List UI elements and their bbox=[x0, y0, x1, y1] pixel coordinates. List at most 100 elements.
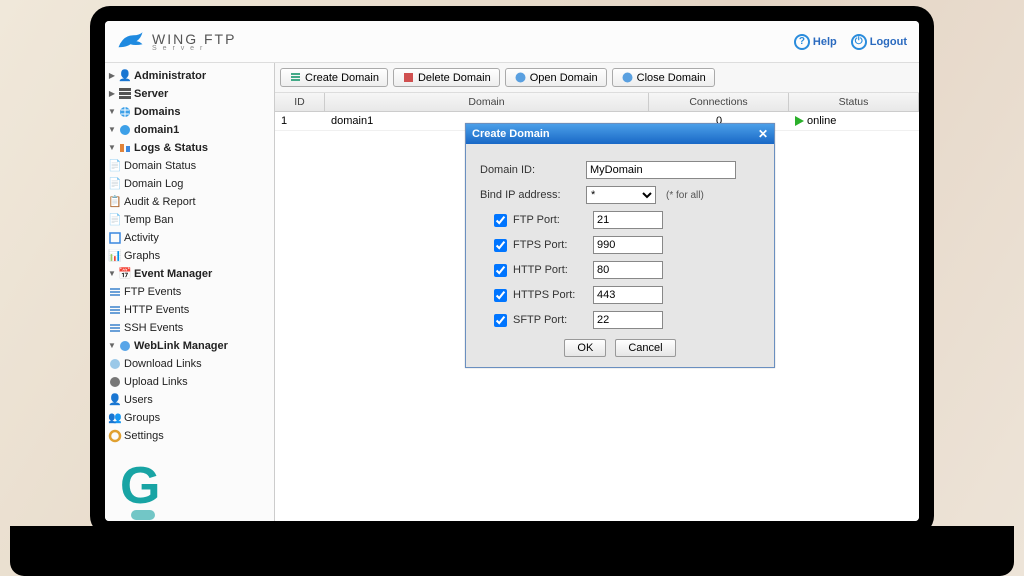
delete-icon bbox=[402, 71, 415, 84]
domain-id-input[interactable] bbox=[586, 161, 736, 179]
nav-download-links[interactable]: Download Links bbox=[105, 355, 274, 373]
cell-status: online bbox=[789, 112, 919, 130]
http-port-checkbox[interactable] bbox=[494, 264, 507, 277]
nav-audit-report[interactable]: 📋Audit & Report bbox=[105, 193, 274, 211]
power-icon: ⏻ bbox=[851, 34, 867, 50]
list-icon bbox=[108, 285, 122, 299]
cell-id: 1 bbox=[275, 112, 325, 130]
logout-label: Logout bbox=[870, 36, 907, 48]
ban-icon: 📄 bbox=[108, 213, 122, 227]
table-header: ID Domain Connections Status bbox=[275, 93, 919, 112]
http-port-input[interactable] bbox=[593, 261, 663, 279]
dolphin-icon bbox=[117, 30, 147, 54]
logs-icon bbox=[118, 141, 132, 155]
log-icon: 📄 bbox=[108, 177, 122, 191]
ftp-port-label: FTP Port: bbox=[513, 214, 587, 226]
graph-icon: 📊 bbox=[108, 249, 122, 263]
app-header: WING FTP S e r v e r ?Help ⏻Logout bbox=[105, 21, 919, 63]
nav-domains[interactable]: ▼Domains bbox=[105, 103, 274, 121]
toolbar: Create Domain Delete Domain Open Domain … bbox=[275, 63, 919, 93]
list-icon bbox=[108, 303, 122, 317]
nav-logs-status[interactable]: ▼Logs & Status bbox=[105, 139, 274, 157]
cancel-button[interactable]: Cancel bbox=[615, 339, 675, 357]
nav-domain-status[interactable]: 📄Domain Status bbox=[105, 157, 274, 175]
ftps-port-checkbox[interactable] bbox=[494, 239, 507, 252]
watermark-logo: G bbox=[120, 456, 160, 516]
settings-icon bbox=[108, 429, 122, 443]
main-panel: Create Domain Delete Domain Open Domain … bbox=[275, 63, 919, 521]
nav-http-events[interactable]: HTTP Events bbox=[105, 301, 274, 319]
nav-activity[interactable]: Activity bbox=[105, 229, 274, 247]
domains-icon bbox=[118, 105, 132, 119]
ftps-port-label: FTPS Port: bbox=[513, 239, 587, 251]
groups-icon: 👥 bbox=[108, 411, 122, 425]
events-icon: 📅 bbox=[118, 267, 132, 281]
upload-icon bbox=[108, 375, 122, 389]
nav-event-manager[interactable]: ▼📅Event Manager bbox=[105, 265, 274, 283]
audit-icon: 📋 bbox=[108, 195, 122, 209]
domain-id-label: Domain ID: bbox=[480, 164, 580, 176]
laptop-frame: WING FTP S e r v e r ?Help ⏻Logout ▶👤Adm… bbox=[90, 0, 934, 576]
create-domain-button[interactable]: Create Domain bbox=[280, 68, 388, 87]
col-status[interactable]: Status bbox=[789, 93, 919, 111]
domain-icon bbox=[118, 123, 132, 137]
help-link[interactable]: ?Help bbox=[794, 34, 837, 50]
help-icon: ? bbox=[794, 34, 810, 50]
delete-domain-button[interactable]: Delete Domain bbox=[393, 68, 500, 87]
https-port-input[interactable] bbox=[593, 286, 663, 304]
list-icon bbox=[108, 321, 122, 335]
create-domain-dialog: Create Domain ✕ Domain ID: Bind IP addre… bbox=[465, 123, 775, 368]
laptop-base bbox=[10, 526, 1014, 576]
nav-temp-ban[interactable]: 📄Temp Ban bbox=[105, 211, 274, 229]
dialog-title: Create Domain bbox=[472, 128, 550, 140]
page-icon: 📄 bbox=[108, 159, 122, 173]
ftp-port-input[interactable] bbox=[593, 211, 663, 229]
bind-ip-label: Bind IP address: bbox=[480, 189, 580, 201]
nav-graphs[interactable]: 📊Graphs bbox=[105, 247, 274, 265]
dialog-close-button[interactable]: ✕ bbox=[758, 127, 768, 141]
open-icon bbox=[514, 71, 527, 84]
activity-icon bbox=[108, 231, 122, 245]
nav-groups[interactable]: 👥Groups bbox=[105, 409, 274, 427]
sftp-port-input[interactable] bbox=[593, 311, 663, 329]
screen-bezel: WING FTP S e r v e r ?Help ⏻Logout ▶👤Adm… bbox=[90, 6, 934, 536]
nav-ssh-events[interactable]: SSH Events bbox=[105, 319, 274, 337]
create-icon bbox=[289, 71, 302, 84]
nav-settings[interactable]: Settings bbox=[105, 427, 274, 445]
download-icon bbox=[108, 357, 122, 371]
open-domain-button[interactable]: Open Domain bbox=[505, 68, 607, 87]
http-port-label: HTTP Port: bbox=[513, 264, 587, 276]
help-label: Help bbox=[813, 36, 837, 48]
ftps-port-input[interactable] bbox=[593, 236, 663, 254]
bind-ip-note: (* for all) bbox=[666, 190, 704, 201]
online-icon bbox=[795, 116, 804, 126]
col-connections[interactable]: Connections bbox=[649, 93, 789, 111]
sidebar: ▶👤Administrator ▶Server ▼Domains ▼domain… bbox=[105, 63, 275, 521]
nav-weblink-manager[interactable]: ▼WebLink Manager bbox=[105, 337, 274, 355]
nav-domain-log[interactable]: 📄Domain Log bbox=[105, 175, 274, 193]
https-port-label: HTTPS Port: bbox=[513, 289, 587, 301]
user-icon: 👤 bbox=[118, 69, 132, 83]
nav-domain1[interactable]: ▼domain1 bbox=[105, 121, 274, 139]
nav-users[interactable]: 👤Users bbox=[105, 391, 274, 409]
ok-button[interactable]: OK bbox=[564, 339, 606, 357]
col-domain[interactable]: Domain bbox=[325, 93, 649, 111]
brand-logo: WING FTP S e r v e r bbox=[117, 30, 236, 54]
ftp-port-checkbox[interactable] bbox=[494, 214, 507, 227]
logout-link[interactable]: ⏻Logout bbox=[851, 34, 907, 50]
https-port-checkbox[interactable] bbox=[494, 289, 507, 302]
bind-ip-select[interactable]: * bbox=[586, 186, 656, 204]
sftp-port-checkbox[interactable] bbox=[494, 314, 507, 327]
col-id[interactable]: ID bbox=[275, 93, 325, 111]
close-domain-button[interactable]: Close Domain bbox=[612, 68, 715, 87]
nav-ftp-events[interactable]: FTP Events bbox=[105, 283, 274, 301]
users-icon: 👤 bbox=[108, 393, 122, 407]
dialog-titlebar[interactable]: Create Domain ✕ bbox=[466, 124, 774, 144]
server-icon bbox=[118, 87, 132, 101]
nav-administrator[interactable]: ▶👤Administrator bbox=[105, 67, 274, 85]
nav-upload-links[interactable]: Upload Links bbox=[105, 373, 274, 391]
close-icon bbox=[621, 71, 634, 84]
weblink-icon bbox=[118, 339, 132, 353]
app-window: WING FTP S e r v e r ?Help ⏻Logout ▶👤Adm… bbox=[105, 21, 919, 521]
nav-server[interactable]: ▶Server bbox=[105, 85, 274, 103]
